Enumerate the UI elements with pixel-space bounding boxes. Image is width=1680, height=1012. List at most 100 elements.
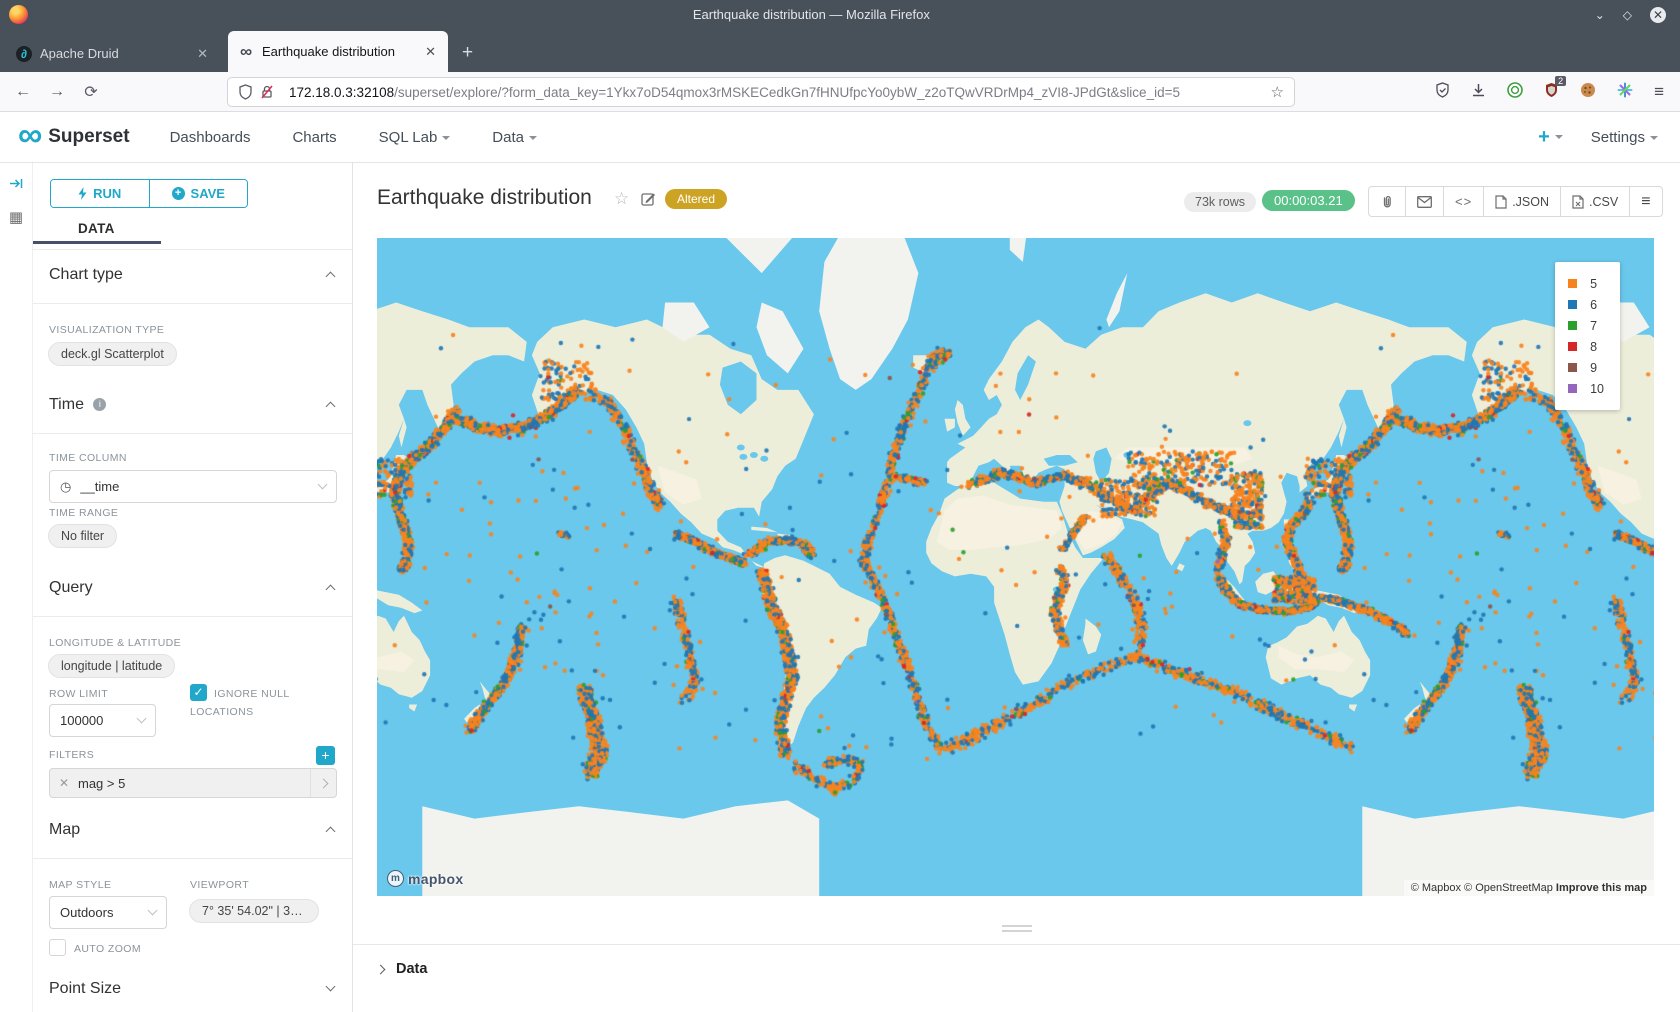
deckgl-map[interactable]: 5678910 m mapbox © Mapbox © OpenStreetMa… xyxy=(377,238,1654,896)
shield-icon[interactable] xyxy=(238,84,253,100)
data-panel-label: Data xyxy=(396,961,427,977)
legend-item[interactable]: 10 xyxy=(1568,378,1604,399)
forward-button[interactable]: → xyxy=(40,83,74,101)
attribution-links[interactable]: © Mapbox © OpenStreetMap xyxy=(1411,882,1556,894)
improve-map-link[interactable]: Improve this map xyxy=(1556,882,1647,894)
reload-button[interactable]: ⟳ xyxy=(74,82,108,102)
protection-shield-icon[interactable] xyxy=(1435,82,1450,102)
ignore-null-label-2: LOCATIONS xyxy=(190,706,254,718)
data-panel-toggle[interactable]: Data xyxy=(359,953,445,985)
bookmark-star-icon[interactable]: ☆ xyxy=(1271,83,1284,101)
section-map[interactable]: Map xyxy=(49,821,80,839)
tab-apache-druid[interactable]: ∂ Apache Druid ✕ xyxy=(6,35,220,72)
export-json-button[interactable]: .JSON xyxy=(1483,187,1560,216)
time-range-label: TIME RANGE xyxy=(49,507,118,519)
nav-dashboards[interactable]: Dashboards xyxy=(170,129,251,146)
chevron-up-icon[interactable] xyxy=(326,402,336,412)
tab-close-icon[interactable]: ✕ xyxy=(195,46,210,62)
settings-menu[interactable]: Settings xyxy=(1591,129,1658,146)
url-text: 172.18.0.3:32108/superset/explore/?form_… xyxy=(289,85,1271,100)
nav-charts[interactable]: Charts xyxy=(292,129,336,146)
tab-bar: ∂ Apache Druid ✕ ∞ Earthquake distributi… xyxy=(0,29,1680,72)
more-options-button[interactable]: ≡ xyxy=(1629,187,1661,216)
legend-item[interactable]: 6 xyxy=(1568,294,1604,315)
tab-title: Earthquake distribution xyxy=(262,44,423,59)
paperclip-icon xyxy=(1380,194,1394,209)
run-button[interactable]: RUN xyxy=(51,180,149,207)
section-time[interactable]: Time i xyxy=(49,396,106,414)
lightning-icon xyxy=(78,187,87,200)
downloads-icon[interactable] xyxy=(1471,83,1486,102)
chevron-down-icon[interactable] xyxy=(326,982,336,992)
new-tab-button[interactable]: + xyxy=(462,42,473,64)
legend-item[interactable]: 9 xyxy=(1568,357,1604,378)
section-query[interactable]: Query xyxy=(49,579,93,597)
extension-green-icon[interactable] xyxy=(1507,82,1523,102)
ublock-shield-icon[interactable]: 2 xyxy=(1544,82,1559,102)
chevron-down-icon xyxy=(148,906,158,916)
mapbox-logo[interactable]: m mapbox xyxy=(387,870,463,887)
resize-handle[interactable] xyxy=(1002,925,1032,935)
tab-title: Apache Druid xyxy=(40,46,195,61)
nav-data[interactable]: Data xyxy=(492,129,537,146)
time-column-select[interactable]: ◷ __time xyxy=(49,470,337,503)
chevron-up-icon[interactable] xyxy=(326,827,336,837)
legend-swatch-icon xyxy=(1568,300,1577,309)
ublock-badge: 2 xyxy=(1555,76,1566,86)
window-close-icon[interactable]: ✕ xyxy=(1650,7,1666,23)
add-new-button[interactable]: + xyxy=(1538,126,1563,149)
filters-label: FILTERS xyxy=(49,749,94,761)
mapbox-icon: m xyxy=(387,870,404,887)
edit-properties-icon[interactable] xyxy=(641,191,656,211)
auto-zoom-checkbox[interactable] xyxy=(49,939,66,956)
favorite-star-icon[interactable]: ☆ xyxy=(614,189,629,209)
altered-badge: Altered xyxy=(665,189,727,209)
legend-item[interactable]: 7 xyxy=(1568,315,1604,336)
embed-code-button[interactable]: <> xyxy=(1443,187,1483,216)
section-point-size[interactable]: Point Size xyxy=(49,980,121,998)
legend-swatch-icon xyxy=(1568,321,1577,330)
map-style-select[interactable]: Outdoors xyxy=(49,896,167,929)
legend-swatch-icon xyxy=(1568,342,1577,351)
collapse-panel-icon[interactable] xyxy=(0,177,32,194)
lock-insecure-icon[interactable] xyxy=(260,84,274,100)
chevron-up-icon[interactable] xyxy=(326,585,336,595)
window-minimize-icon[interactable]: ⌄ xyxy=(1595,8,1605,22)
dataset-grid-icon[interactable]: ▦ xyxy=(0,208,32,226)
share-link-button[interactable] xyxy=(1369,187,1405,216)
export-csv-button[interactable]: .CSV xyxy=(1560,187,1629,216)
time-column-label: TIME COLUMN xyxy=(49,452,127,464)
plus-circle-icon: + xyxy=(172,187,185,200)
viz-type-value[interactable]: deck.gl Scatterplot xyxy=(48,342,177,366)
back-button[interactable]: ← xyxy=(6,83,40,101)
tab-earthquake-distribution[interactable]: ∞ Earthquake distribution ✕ xyxy=(228,31,448,72)
menu-icon[interactable]: ≡ xyxy=(1654,82,1664,102)
chevron-right-icon[interactable] xyxy=(319,778,329,788)
time-range-value[interactable]: No filter xyxy=(48,524,117,548)
browser-toolbar: ← → ⟳ 172.18.0.3:32108/superset/explore/… xyxy=(0,72,1680,112)
nav-sql-lab[interactable]: SQL Lab xyxy=(379,129,451,146)
legend-item[interactable]: 5 xyxy=(1568,273,1604,294)
cookie-icon[interactable] xyxy=(1580,82,1596,102)
remove-filter-icon[interactable]: ✕ xyxy=(50,776,78,790)
row-limit-select[interactable]: 100000 xyxy=(49,704,156,737)
ignore-null-checkbox[interactable]: ✓ xyxy=(190,684,207,701)
legend-item[interactable]: 8 xyxy=(1568,336,1604,357)
email-button[interactable] xyxy=(1405,187,1443,216)
lonlat-value[interactable]: longitude | latitude xyxy=(48,654,175,678)
filter-chip[interactable]: ✕ mag > 5 xyxy=(49,768,337,798)
add-filter-button[interactable]: + xyxy=(316,746,335,765)
save-button[interactable]: + SAVE xyxy=(149,180,248,207)
superset-brand: Superset xyxy=(48,126,129,148)
section-chart-type[interactable]: Chart type xyxy=(49,266,123,284)
info-icon: i xyxy=(93,398,106,411)
url-bar[interactable]: 172.18.0.3:32108/superset/explore/?form_… xyxy=(227,77,1295,107)
viewport-value[interactable]: 7° 35' 54.02" | 31... xyxy=(189,899,319,923)
multiaccount-containers-icon[interactable] xyxy=(1617,82,1633,102)
window-restore-icon[interactable]: ◇ xyxy=(1623,8,1632,22)
chevron-up-icon[interactable] xyxy=(326,272,336,282)
tab-close-icon[interactable]: ✕ xyxy=(423,44,438,60)
tab-data[interactable]: DATA xyxy=(78,221,115,236)
scatter-layer xyxy=(377,238,1654,896)
row-count-badge: 73k rows xyxy=(1184,192,1256,212)
